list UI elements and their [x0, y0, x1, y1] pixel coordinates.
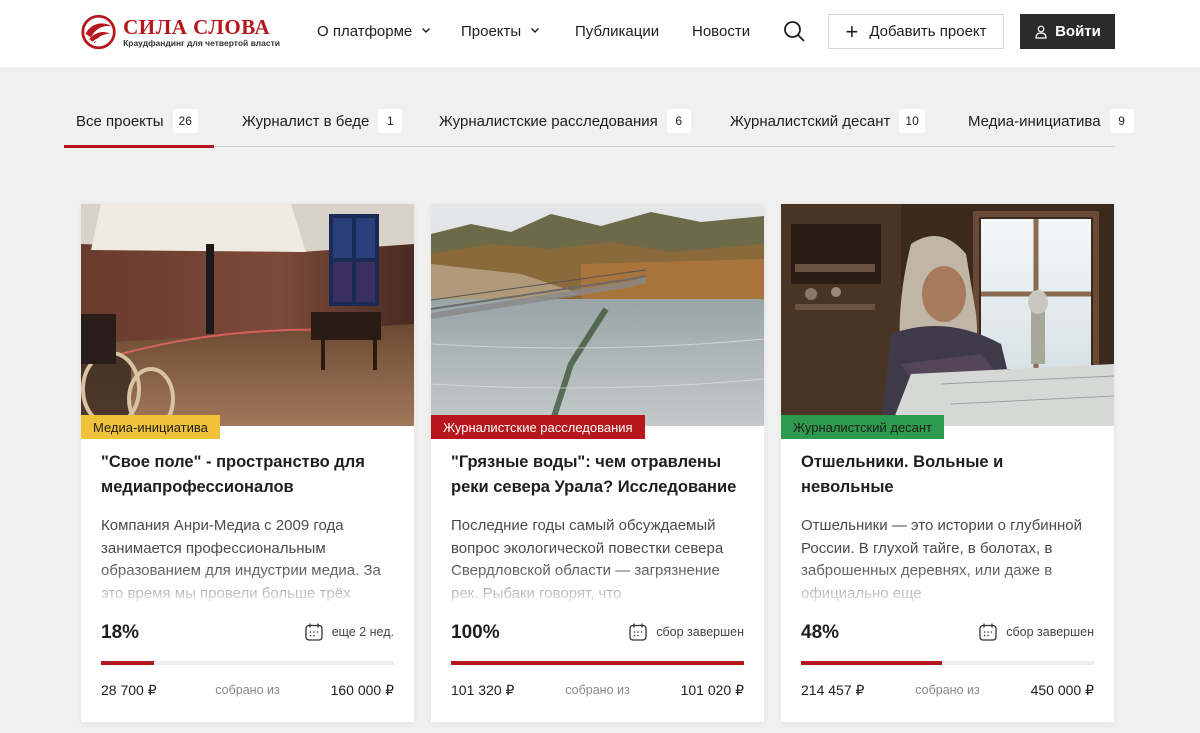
project-card[interactable]: Журналистский десант Отшельники. Вольные…	[781, 204, 1114, 722]
card-description: Последние годы самый обсуждаемый вопрос …	[451, 515, 747, 605]
tab-label: Журналистский десант	[730, 112, 891, 130]
calendar-icon	[979, 623, 997, 641]
card-description: Компания Анри-Медиа с 2009 года занимает…	[101, 515, 397, 605]
tab-media-initiative[interactable]: Медиа-инициатива 9	[968, 96, 1134, 146]
tab-count-badge: 9	[1109, 109, 1134, 133]
chevron-down-icon	[531, 27, 540, 33]
logo-subtitle: Краудфандинг для четвертой власти	[123, 37, 280, 48]
tab-investigations[interactable]: Журналистские расследования 6	[439, 96, 691, 146]
chevron-down-icon	[422, 27, 431, 33]
goal-amount: 160 000 ₽	[330, 682, 394, 698]
add-project-label: Добавить проект	[869, 23, 987, 40]
funding-percent: 18%	[101, 622, 140, 643]
tab-label: Медиа-инициатива	[968, 112, 1101, 130]
calendar-icon	[629, 623, 647, 641]
studio-room-image	[81, 204, 414, 426]
login-label: Войти	[1055, 23, 1101, 40]
funding-percent: 48%	[801, 622, 840, 643]
tab-count-badge: 10	[899, 109, 925, 133]
goal-amount: 450 000 ₽	[1030, 682, 1094, 698]
tab-label: Все проекты	[76, 112, 164, 130]
nav-item-projects[interactable]: Проекты	[461, 0, 540, 62]
deadline-info: сбор завершен	[978, 622, 1094, 642]
plus-icon: +	[845, 18, 859, 44]
category-badge[interactable]: Журналистский десант	[781, 415, 945, 439]
card-title[interactable]: "Свое поле" - пространство для медиапроф…	[101, 450, 391, 500]
nav-item-news[interactable]: Новости	[692, 0, 750, 62]
deadline-info: еще 2 нед.	[304, 622, 394, 642]
site-logo[interactable]: СИЛА СЛОВА Краудфандинг для четвертой вл…	[80, 10, 280, 54]
category-badge[interactable]: Журналистские расследования	[431, 415, 645, 439]
nav-item-label: Проекты	[461, 22, 522, 40]
funding-progress-fill	[451, 661, 744, 665]
card-title[interactable]: "Грязные воды": чем отравлены реки север…	[451, 450, 741, 500]
elderly-woman-image	[781, 204, 1114, 426]
category-tabs: Все проекты 26 Журналист в беде 1 Журнал…	[64, 96, 1134, 148]
add-project-button[interactable]: + Добавить проект	[828, 14, 1004, 49]
project-image-studio[interactable]	[81, 204, 414, 426]
tab-journalist-in-trouble[interactable]: Журналист в беде 1	[242, 96, 403, 146]
tab-label: Журналист в беде	[242, 112, 370, 130]
nav-item-publications[interactable]: Публикации	[575, 0, 659, 62]
logo-emblem-icon	[81, 14, 116, 50]
card-description: Отшельники — это истории о глубинной Рос…	[801, 515, 1097, 605]
project-image-hermit[interactable]	[781, 204, 1114, 426]
deadline-text: сбор завершен	[1006, 625, 1094, 639]
goal-amount: 101 020 ₽	[680, 682, 744, 698]
user-icon	[1035, 25, 1047, 39]
deadline-text: сбор завершен	[656, 625, 744, 639]
tab-count-badge: 26	[172, 109, 198, 133]
tab-count-badge: 1	[378, 109, 403, 133]
deadline-text: еще 2 нед.	[331, 625, 394, 639]
funding-progress-fill	[101, 661, 154, 665]
calendar-icon	[305, 623, 323, 641]
category-badge[interactable]: Медиа-инициатива	[81, 415, 220, 439]
river-bridge-image	[431, 204, 764, 426]
logo-title: СИЛА СЛОВА	[123, 14, 271, 39]
tab-all-projects[interactable]: Все проекты 26	[64, 96, 214, 148]
nav-item-about[interactable]: О платформе	[317, 0, 431, 62]
nav-item-label: Новости	[692, 22, 751, 40]
card-title[interactable]: Отшельники. Вольные и невольные	[801, 450, 1091, 500]
nav-item-label: О платформе	[317, 22, 413, 40]
tab-label: Журналистские расследования	[439, 112, 658, 130]
funding-progress-fill	[801, 661, 942, 665]
funding-percent: 100%	[451, 622, 500, 643]
project-card[interactable]: Медиа-инициатива "Свое поле" - пространс…	[81, 204, 414, 722]
project-image-river[interactable]	[431, 204, 764, 426]
site-header: СИЛА СЛОВА Краудфандинг для четвертой вл…	[0, 0, 1200, 67]
project-card[interactable]: Журналистские расследования "Грязные вод…	[431, 204, 764, 722]
tab-journalist-landing[interactable]: Журналистский десант 10	[730, 96, 925, 146]
tab-count-badge: 6	[666, 109, 691, 133]
deadline-info: сбор завершен	[628, 622, 744, 642]
search-icon[interactable]	[782, 19, 806, 43]
nav-item-label: Публикации	[575, 22, 660, 40]
funding-progress-bar	[801, 661, 1094, 665]
login-button[interactable]: Войти	[1020, 14, 1115, 49]
funding-progress-bar	[451, 661, 744, 665]
funding-progress-bar	[101, 661, 394, 665]
